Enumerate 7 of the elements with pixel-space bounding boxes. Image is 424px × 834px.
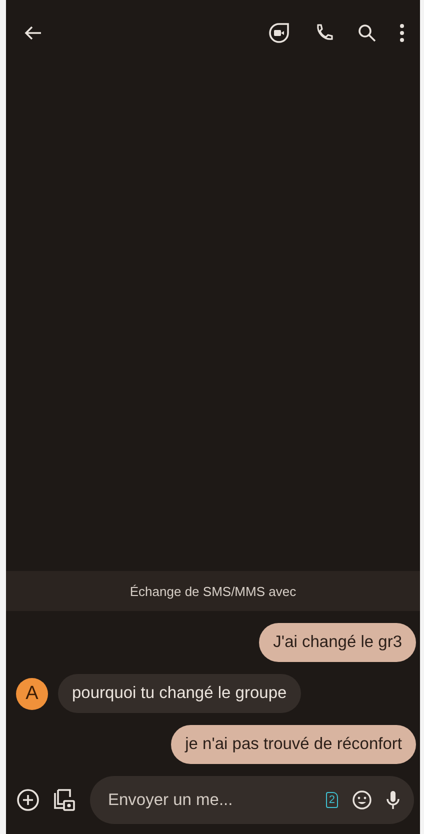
received-message: pourquoi tu changé le groupe [58,674,301,713]
sent-message: J'ai changé le gr3 [259,623,416,662]
banner-text: Échange de SMS/MMS avec [130,584,296,598]
message-input-field[interactable]: Envoyer un me... 2 [90,776,414,824]
sim-badge[interactable]: 2 [326,792,338,808]
sent-message: je n'ai pas trouvé de réconfort [171,725,416,764]
contact-avatar: A [16,678,48,710]
